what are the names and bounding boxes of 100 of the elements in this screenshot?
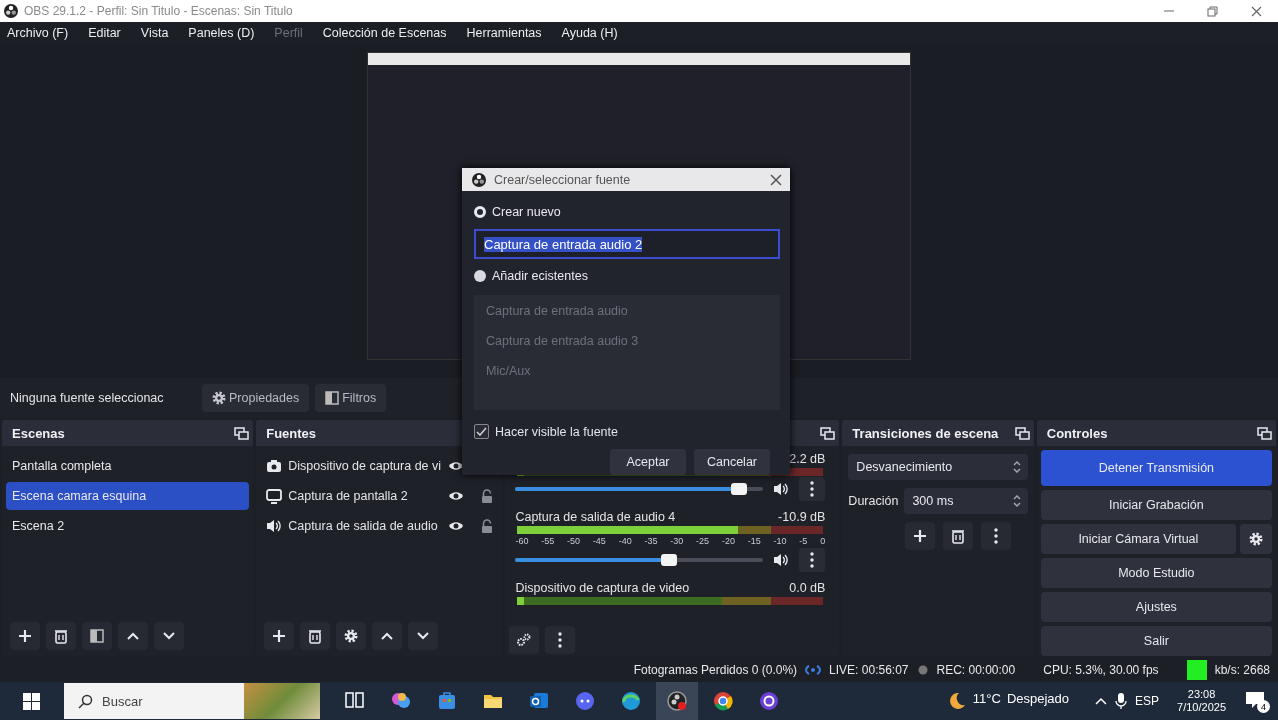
settings-icon bbox=[1249, 532, 1263, 546]
restore-icon[interactable] bbox=[1206, 5, 1218, 17]
language-indicator[interactable]: ESP bbox=[1135, 694, 1160, 708]
chevron-up-icon bbox=[380, 630, 395, 642]
filters-button[interactable] bbox=[82, 622, 112, 650]
radio-option[interactable]: Añadir ecistentes bbox=[474, 265, 780, 287]
obs-logo-icon bbox=[472, 172, 486, 187]
control-button[interactable]: Salir bbox=[1040, 626, 1272, 656]
move-down-button[interactable] bbox=[408, 622, 439, 650]
undock-icon[interactable] bbox=[1257, 426, 1272, 440]
channel-name: Captura de salida de audio 4 bbox=[515, 510, 677, 524]
control-button[interactable]: Modo Estudio bbox=[1040, 558, 1272, 588]
remove-button[interactable] bbox=[46, 622, 76, 650]
add-button[interactable] bbox=[264, 622, 295, 650]
menu-item[interactable]: Archivo (F) bbox=[7, 26, 69, 40]
plus-icon bbox=[18, 629, 32, 643]
undock-icon[interactable] bbox=[820, 426, 836, 440]
remove-button[interactable] bbox=[300, 622, 331, 650]
search-field[interactable]: Buscar bbox=[64, 683, 244, 719]
dialog-button[interactable]: Cancelar bbox=[694, 449, 770, 475]
microphone-icon[interactable] bbox=[1115, 693, 1128, 709]
control-button[interactable]: Iniciar Grabación bbox=[1040, 490, 1272, 520]
more-icon bbox=[809, 552, 816, 568]
settings-icon bbox=[344, 629, 359, 643]
transition-dropdown[interactable]: Desvanecimiento bbox=[848, 454, 1028, 480]
lock-icon[interactable] bbox=[480, 488, 495, 504]
network-icon bbox=[805, 663, 822, 677]
trash-icon bbox=[951, 528, 966, 544]
filter-icon bbox=[90, 629, 104, 643]
notification-icon[interactable] bbox=[1244, 689, 1266, 711]
scale-label: -35 bbox=[644, 536, 658, 547]
more-button[interactable] bbox=[981, 522, 1012, 550]
camera-icon bbox=[266, 459, 283, 473]
eye-icon[interactable] bbox=[448, 489, 465, 503]
add-button[interactable] bbox=[905, 522, 936, 550]
move-down-button[interactable] bbox=[154, 622, 184, 650]
menu-item[interactable]: Paneles (D) bbox=[188, 26, 255, 40]
remove-button[interactable] bbox=[943, 522, 974, 550]
scene-item[interactable]: Escena camara esquina bbox=[6, 482, 250, 510]
up-down-arrows-icon[interactable] bbox=[1011, 494, 1022, 508]
taskbar-app[interactable] bbox=[656, 682, 698, 720]
undock-icon[interactable] bbox=[1014, 426, 1030, 440]
monitor-icon bbox=[266, 488, 283, 504]
chevron-up-icon[interactable] bbox=[1095, 696, 1108, 706]
lock-icon[interactable] bbox=[480, 518, 495, 534]
settings-button[interactable] bbox=[1240, 524, 1272, 554]
chevron-up-icon bbox=[126, 630, 140, 642]
scale-label: -30 bbox=[670, 536, 684, 547]
advanced-settings-icon bbox=[516, 633, 533, 647]
move-up-button[interactable] bbox=[372, 622, 403, 650]
record-icon bbox=[916, 664, 929, 676]
speaker-icon bbox=[266, 518, 283, 534]
menu-item[interactable]: Herramientas bbox=[466, 26, 542, 40]
close-icon[interactable] bbox=[770, 173, 782, 186]
scene-item[interactable]: Escena 2 bbox=[6, 512, 250, 540]
speaker-icon[interactable] bbox=[773, 481, 790, 497]
mixer-settings-button[interactable] bbox=[509, 626, 540, 654]
control-button[interactable]: Ajustes bbox=[1040, 592, 1272, 622]
properties-button[interactable]: Propiedades bbox=[202, 384, 310, 412]
add-button[interactable] bbox=[10, 622, 40, 650]
temperature: 11°C bbox=[972, 691, 1001, 708]
source-item[interactable]: Captura de pantalla 2 bbox=[288, 489, 443, 503]
radio-option[interactable]: Crear nuevo bbox=[474, 201, 780, 223]
more-button[interactable] bbox=[545, 626, 576, 654]
source-item[interactable]: Dispositivo de captura de vi bbox=[288, 459, 443, 473]
check-icon bbox=[476, 427, 487, 436]
menu-item[interactable]: Ayuda (H) bbox=[561, 26, 618, 40]
menu-item[interactable]: Colección de Escenas bbox=[322, 26, 447, 40]
volume-reading: -10.9 dB bbox=[778, 510, 826, 524]
scene-item[interactable]: Pantalla completa bbox=[6, 452, 250, 480]
checkbox[interactable] bbox=[474, 424, 489, 439]
settings-button[interactable] bbox=[336, 622, 367, 650]
up-down-arrows-icon[interactable] bbox=[1011, 460, 1022, 474]
duration-spinbox[interactable]: 300 ms bbox=[904, 488, 1028, 514]
name-field[interactable]: Captura de entrada audio 2 bbox=[474, 229, 780, 259]
recording-app-icon bbox=[666, 690, 688, 712]
more-icon bbox=[809, 481, 816, 497]
undock-icon[interactable] bbox=[234, 426, 250, 440]
more-button[interactable] bbox=[799, 477, 826, 501]
window-title: OBS 29.1.2 - Perfil: Sin Titulo - Escenas: Sin Titulo bbox=[24, 4, 294, 18]
control-button[interactable]: Iniciar Cámara Virtual bbox=[1040, 524, 1236, 554]
dock-title: Controles bbox=[1046, 425, 1108, 441]
plus-icon bbox=[913, 529, 928, 543]
browser-icon bbox=[712, 690, 734, 712]
control-button[interactable]: Detener Transmisión bbox=[1040, 450, 1272, 486]
menu-item[interactable]: Vista bbox=[140, 26, 169, 40]
weather-text: Despejado bbox=[1006, 691, 1070, 708]
menu-item[interactable]: Editar bbox=[88, 26, 121, 40]
eye-icon[interactable] bbox=[448, 519, 465, 533]
speaker-icon[interactable] bbox=[773, 552, 790, 568]
close-icon[interactable] bbox=[1250, 5, 1262, 17]
dock-title: Transiciones de escena bbox=[852, 425, 999, 441]
move-up-button[interactable] bbox=[118, 622, 148, 650]
source-item[interactable]: Captura de salida de audio bbox=[288, 519, 443, 533]
windows-logo-icon bbox=[22, 692, 40, 710]
more-button[interactable] bbox=[799, 548, 826, 572]
search-icon bbox=[78, 694, 93, 709]
dialog-button[interactable]: Aceptar bbox=[610, 449, 686, 475]
filters-button[interactable]: Filtros bbox=[315, 384, 387, 412]
eye-icon[interactable] bbox=[448, 459, 465, 473]
